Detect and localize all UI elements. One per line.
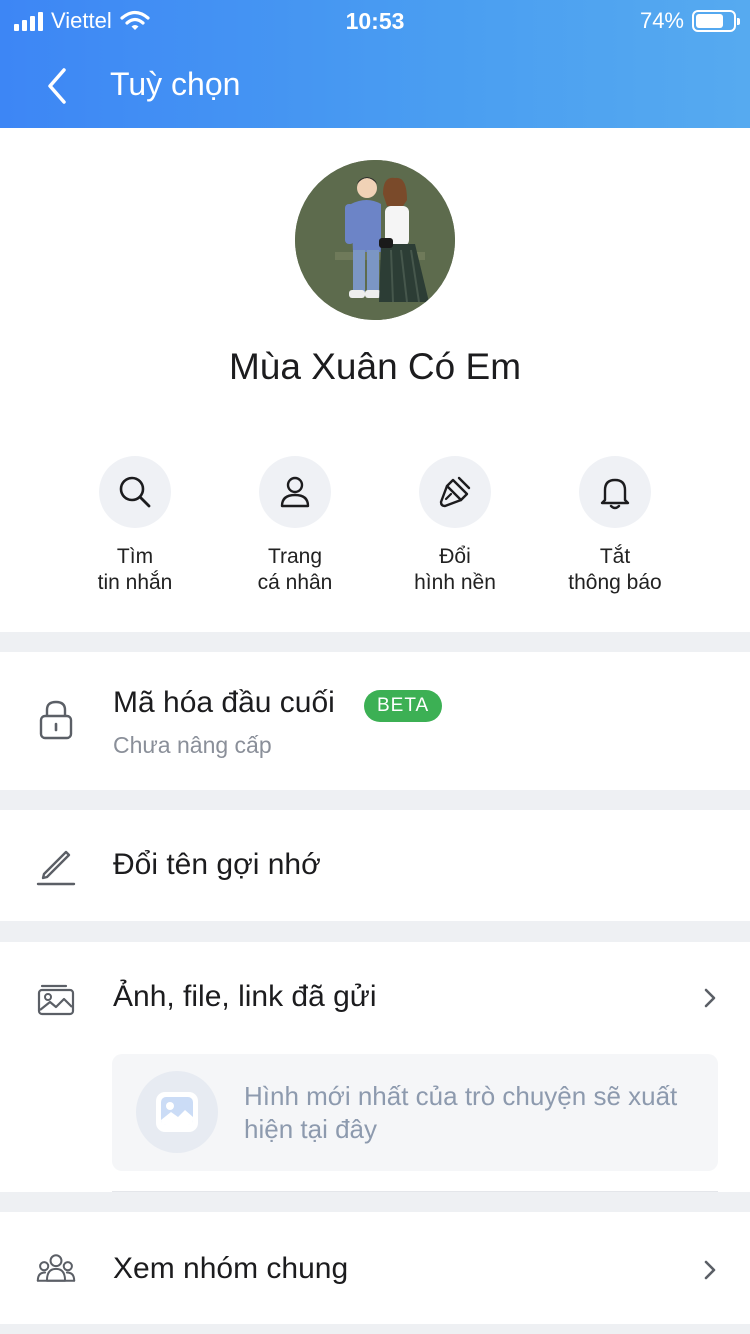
media-placeholder-text: Hình mới nhất của trò chuyện sẽ xuất hiệ… bbox=[244, 1081, 678, 1144]
media-preview: Hình mới nhất của trò chuyện sẽ xuất hiệ… bbox=[112, 1054, 718, 1171]
status-bar: Viettel 10:53 74% bbox=[0, 0, 750, 40]
status-time: 10:53 bbox=[345, 8, 405, 34]
action-mute-notifications[interactable]: Tắt thông báo bbox=[535, 456, 695, 596]
encryption-status: Chưa nâng cấp bbox=[113, 732, 272, 758]
rename-title: Đổi tên gợi nhớ bbox=[113, 848, 321, 881]
gallery-icon bbox=[37, 984, 75, 1016]
battery-info: 74% bbox=[639, 8, 740, 34]
rename-row[interactable]: Đổi tên gợi nhớ bbox=[0, 810, 750, 921]
quick-actions: Tìm tin nhắn Trang cá nhân Đổi hình nền … bbox=[55, 456, 695, 596]
battery-icon bbox=[692, 10, 740, 32]
divider bbox=[112, 1191, 718, 1192]
bell-icon bbox=[600, 478, 630, 510]
pencil-icon bbox=[36, 850, 76, 886]
header: Viettel 10:53 74% Tuỳ chọn bbox=[0, 0, 750, 128]
beta-badge: BETA bbox=[364, 690, 443, 722]
common-groups-title: Xem nhóm chung bbox=[113, 1252, 349, 1285]
action-label: Đổi hình nền bbox=[414, 545, 496, 594]
battery-percent: 74% bbox=[639, 8, 684, 33]
person-icon bbox=[280, 476, 310, 508]
action-label: Trang cá nhân bbox=[257, 545, 333, 594]
media-row[interactable]: Ảnh, file, link đã gửi Hình mới nhất của… bbox=[0, 942, 750, 1192]
back-button[interactable] bbox=[36, 64, 80, 108]
chevron-right-icon bbox=[704, 988, 716, 1008]
image-placeholder-icon bbox=[156, 1092, 198, 1132]
lock-icon bbox=[39, 700, 73, 740]
media-title: Ảnh, file, link đã gửi bbox=[113, 980, 377, 1013]
contact-name: Mùa Xuân Có Em bbox=[228, 346, 522, 387]
action-label: Tìm tin nhắn bbox=[97, 545, 173, 594]
nav-bar: Tuỳ chọn bbox=[0, 52, 750, 118]
action-search-messages[interactable]: Tìm tin nhắn bbox=[55, 456, 215, 596]
paint-brush-icon bbox=[439, 476, 471, 508]
action-change-wallpaper[interactable]: Đổi hình nền bbox=[375, 456, 535, 596]
action-profile[interactable]: Trang cá nhân bbox=[215, 456, 375, 596]
avatar-illustration bbox=[295, 160, 455, 320]
page-title: Tuỳ chọn bbox=[110, 66, 241, 102]
encryption-row[interactable]: Mã hóa đầu cuối BETA Chưa nâng cấp bbox=[0, 652, 750, 790]
search-icon bbox=[119, 476, 151, 508]
encryption-title: Mã hóa đầu cuối bbox=[113, 686, 335, 719]
chevron-right-icon bbox=[704, 1260, 716, 1280]
action-label: Tắt thông báo bbox=[568, 545, 662, 594]
group-icon bbox=[36, 1254, 76, 1282]
avatar[interactable] bbox=[295, 160, 455, 320]
profile-section: Mùa Xuân Có Em Tìm tin nhắn Trang cá nhâ… bbox=[0, 128, 750, 632]
common-groups-row[interactable]: Xem nhóm chung bbox=[0, 1212, 750, 1324]
chevron-left-icon bbox=[48, 68, 66, 104]
